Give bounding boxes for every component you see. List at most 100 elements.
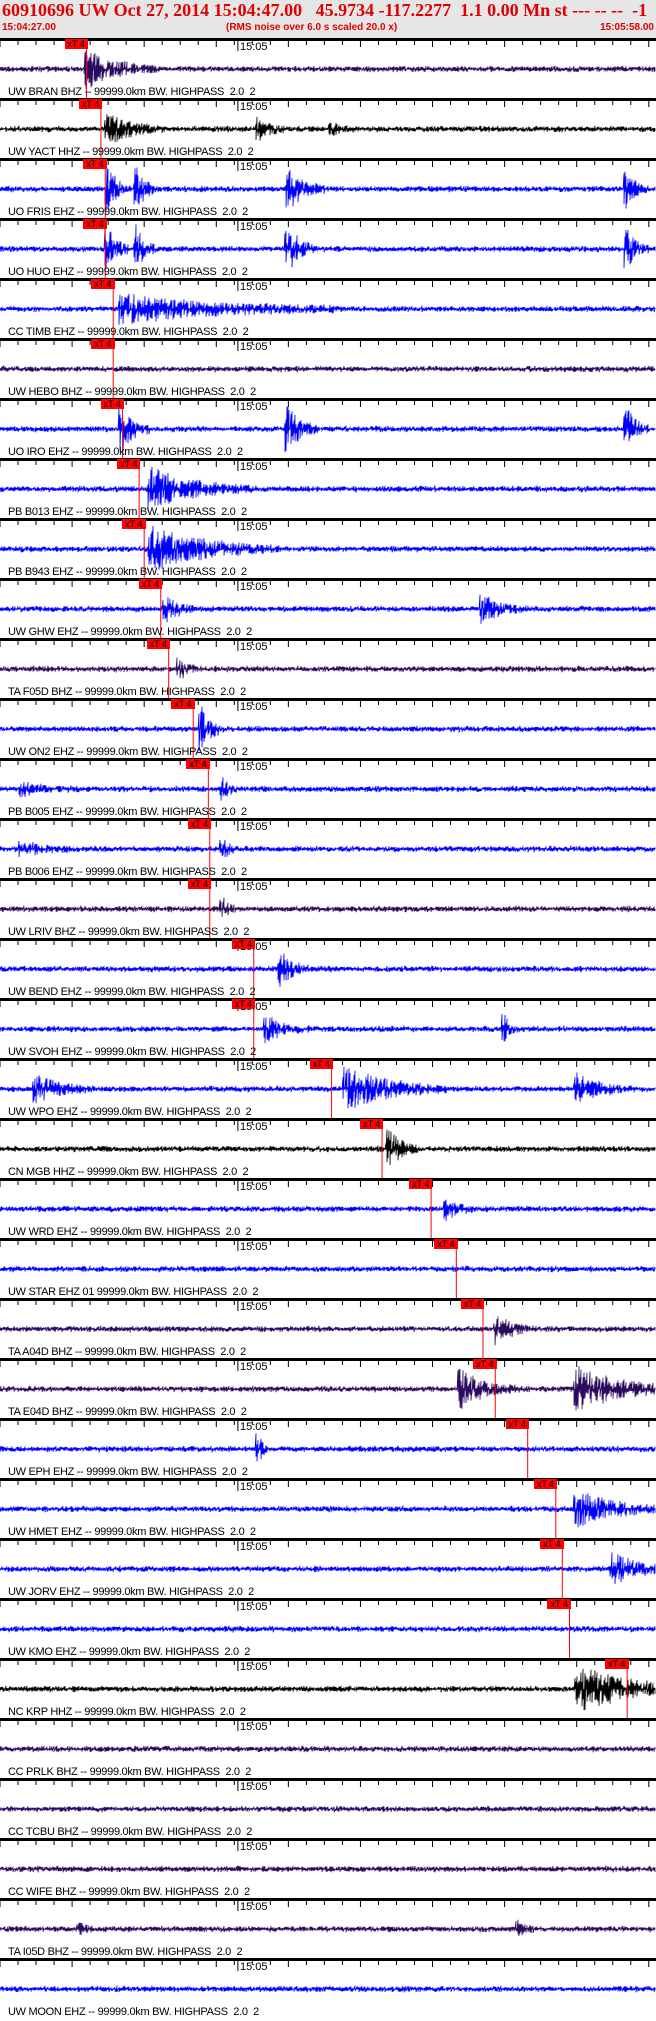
trace-row: 15:05 UW KMO EHZ -- 99999.0km BW. HIGHPAS… [0,1598,656,1661]
waveform-line [0,953,656,988]
pick-marker[interactable]: xT 4 [231,999,256,1009]
trace-label: UW GHW EHZ -- 99999.0km BW. HIGHPASS 2.0… [8,626,252,638]
minute-label: 15:05 [240,461,268,473]
minute-label: 15:05 [240,1721,268,1733]
trace-label: UW SVOH EHZ -- 99999.0km BW. HIGHPASS 2.… [8,1046,256,1058]
trace-row: 15:05UW BEND EHZ -- 99999.0km BW. HIGHPA… [0,938,656,1001]
minute-label: 15:05 [240,341,268,353]
pick-marker[interactable]: xT 4 [171,699,195,709]
trace-row: 15:05 UW WPO EHZ -- 99999.0km BW. HIGHPAS… [0,1058,656,1121]
pick-marker[interactable]: xT 4 [186,759,210,769]
trace-label: UW BRAN BHZ -- 99999.0km BW. HIGHPASS 2.… [8,86,256,98]
minute-label: 15:05 [240,821,268,833]
trace-row: 15:05 PB B943 EHZ -- 99999.0km BW. HIGHPA… [0,518,656,581]
pick-marker[interactable]: xT 4 [605,1659,629,1669]
pick-marker[interactable]: xT 4 [122,519,146,529]
trace-row: 15:05UW SVOH EHZ -- 99999.0km BW. HIGHPA… [0,998,656,1061]
trace-row: 15:05 CN MGB HHZ -- 99999.0km BW. HIGHPAS… [0,1118,656,1181]
trace-row: 15:05 TA I05D BHZ -- 99999.0km BW. HIGHPA… [0,1898,656,1958]
trace-row: 15:05 UW BRAN BHZ -- 99999.0km BW. HIGHPA… [0,38,656,101]
pick-marker[interactable]: xT 4 [505,1419,530,1429]
trace-label: UW WPO EHZ -- 99999.0km BW. HIGHPASS 2.0… [8,1106,252,1118]
minute-label: 15:05 [240,1121,268,1133]
minute-label: 15:05 [240,641,268,653]
trace-label: TA F05D BHZ -- 99999.0km BW. HIGHPASS 2.… [8,686,246,698]
waveform-line [0,839,656,858]
waveform-line [0,365,656,373]
trace-label: CC TCBU BHZ -- 99999.0km BW. HIGHPASS 2.… [8,1826,253,1838]
pick-marker[interactable]: xT 4 [473,1359,497,1369]
pick-marker[interactable]: xT 4 [91,279,115,289]
trace-row: 15:05 PB B005 EHZ -- 99999.0km BW. HIGHPA… [0,758,656,821]
pick-marker[interactable]: xT 4 [146,639,171,649]
pick-marker[interactable]: xT 4 [117,459,141,469]
pick-marker[interactable]: xT 4 [434,1239,458,1249]
minute-label: 15:05 [240,581,268,593]
trace-row: 15:05 UW HEBO BHZ -- 99999.0km BW. HIGHPA… [0,338,656,401]
minute-label: 15:05 [240,1961,268,1973]
waveform-line [0,114,656,143]
waveform-line [0,1366,656,1411]
trace-row: 15:05 PB B013 EHZ -- 99999.0km BW. HIGHPA… [0,458,656,521]
minute-label: 15:05 [240,1541,268,1553]
waveform-line [0,1265,656,1273]
pick-marker[interactable]: xT 4 [100,399,124,409]
waveform-line [0,1552,656,1585]
waveform-line [0,1433,656,1462]
minute-label: 15:05 [240,701,268,713]
pick-marker[interactable]: xT 4 [540,1539,564,1549]
trace-row: 15:05 TA A04D BHZ -- 99999.0km BW. HIGHPA… [0,1298,656,1361]
trace-row: 15:05 UO IRO EHZ -- 99999.0km BW. HIGHPAS… [0,398,656,461]
waveform-line [0,1129,656,1166]
pick-marker[interactable]: xT 4 [533,1479,558,1489]
trace-row: 15:05 NC KRP HHZ -- 99999.0km BW. HIGHPAS… [0,1658,656,1721]
trace-label: CC PRLK BHZ -- 99999.0km BW. HIGHPASS 2.… [8,1766,252,1778]
pick-marker[interactable]: xT 4 [83,219,107,229]
start-time: 15:04:27.00 [2,22,56,33]
pick-marker[interactable]: xT 4 [231,939,256,949]
pick-marker[interactable]: xT 4 [91,339,115,349]
trace-label: PB B006 EHZ -- 99999.0km BW. HIGHPASS 2.… [8,866,247,878]
trace-label: TA A04D BHZ -- 99999.0km BW. HIGHPASS 2.… [8,1346,246,1358]
waveform-line [0,51,656,89]
pick-marker[interactable]: xT 4 [83,159,107,169]
waveform-line [0,777,656,801]
pick-marker[interactable]: xT 4 [547,1599,571,1609]
trace-row: 15:05 UO HUO EHZ -- 99999.0km BW. HIGHPAS… [0,218,656,281]
pick-marker[interactable]: xT 4 [309,1059,333,1069]
trace-label: UO FRIS EHZ -- 99999.0km BW. HIGHPASS 2.… [8,206,248,218]
pick-marker[interactable]: xT 4 [460,1299,485,1309]
waveform-line [0,1919,656,1937]
minute-label: 15:05 [240,101,268,113]
waveform-line [0,1493,656,1528]
minute-label: 15:05 [240,1061,268,1073]
trace-label: PB B943 EHZ -- 99999.0km BW. HIGHPASS 2.… [8,566,247,578]
event-header: 60910696 UW Oct 27, 2014 15:04:47.00 45.… [0,0,656,38]
trace-label: PB B005 EHZ -- 99999.0km BW. HIGHPASS 2.… [8,806,247,818]
trace-label: CC TIMB EHZ -- 99999.0km BW. HIGHPASS 2.… [8,326,249,338]
waveform-line [0,1316,656,1346]
minute-label: 15:05 [240,401,268,413]
seismogram-traces: 15:05 UW BRAN BHZ -- 99999.0km BW. HIGHPA… [0,38,656,2018]
minute-label: 15:05 [240,281,268,293]
waveform-line [0,224,656,269]
waveform-line [0,1668,656,1711]
waveform-line [0,657,656,679]
trace-label: UW KMO EHZ -- 99999.0km BW. HIGHPASS 2.0… [8,1646,251,1658]
pick-marker[interactable]: xT 4 [78,99,103,109]
pick-marker[interactable]: xT 4 [409,1179,433,1189]
minute-label: 15:05 [240,1241,268,1253]
waveform-line [0,1199,656,1222]
trace-label: UO IRO EHZ -- 99999.0km BW. HIGHPASS 2.0… [8,446,243,458]
pick-marker[interactable]: xT 4 [360,1119,384,1129]
waveform-line [0,1985,656,1993]
trace-label: UW EPH EHZ -- 99999.0km BW. HIGHPASS 2.0… [8,1466,248,1478]
waveform-line [0,706,656,752]
trace-row: 15:05 UW ON2 EHZ -- 99999.0km BW. HIGHPAS… [0,698,656,761]
minute-label: 15:05 [240,161,268,173]
pick-marker[interactable]: xT 4 [138,579,163,589]
pick-marker[interactable]: xT 4 [187,879,212,889]
pick-marker[interactable]: xT 4 [64,39,88,49]
trace-label: TA E04D BHZ -- 99999.0km BW. HIGHPASS 2.… [8,1406,247,1418]
pick-marker[interactable]: xT 4 [187,819,212,829]
